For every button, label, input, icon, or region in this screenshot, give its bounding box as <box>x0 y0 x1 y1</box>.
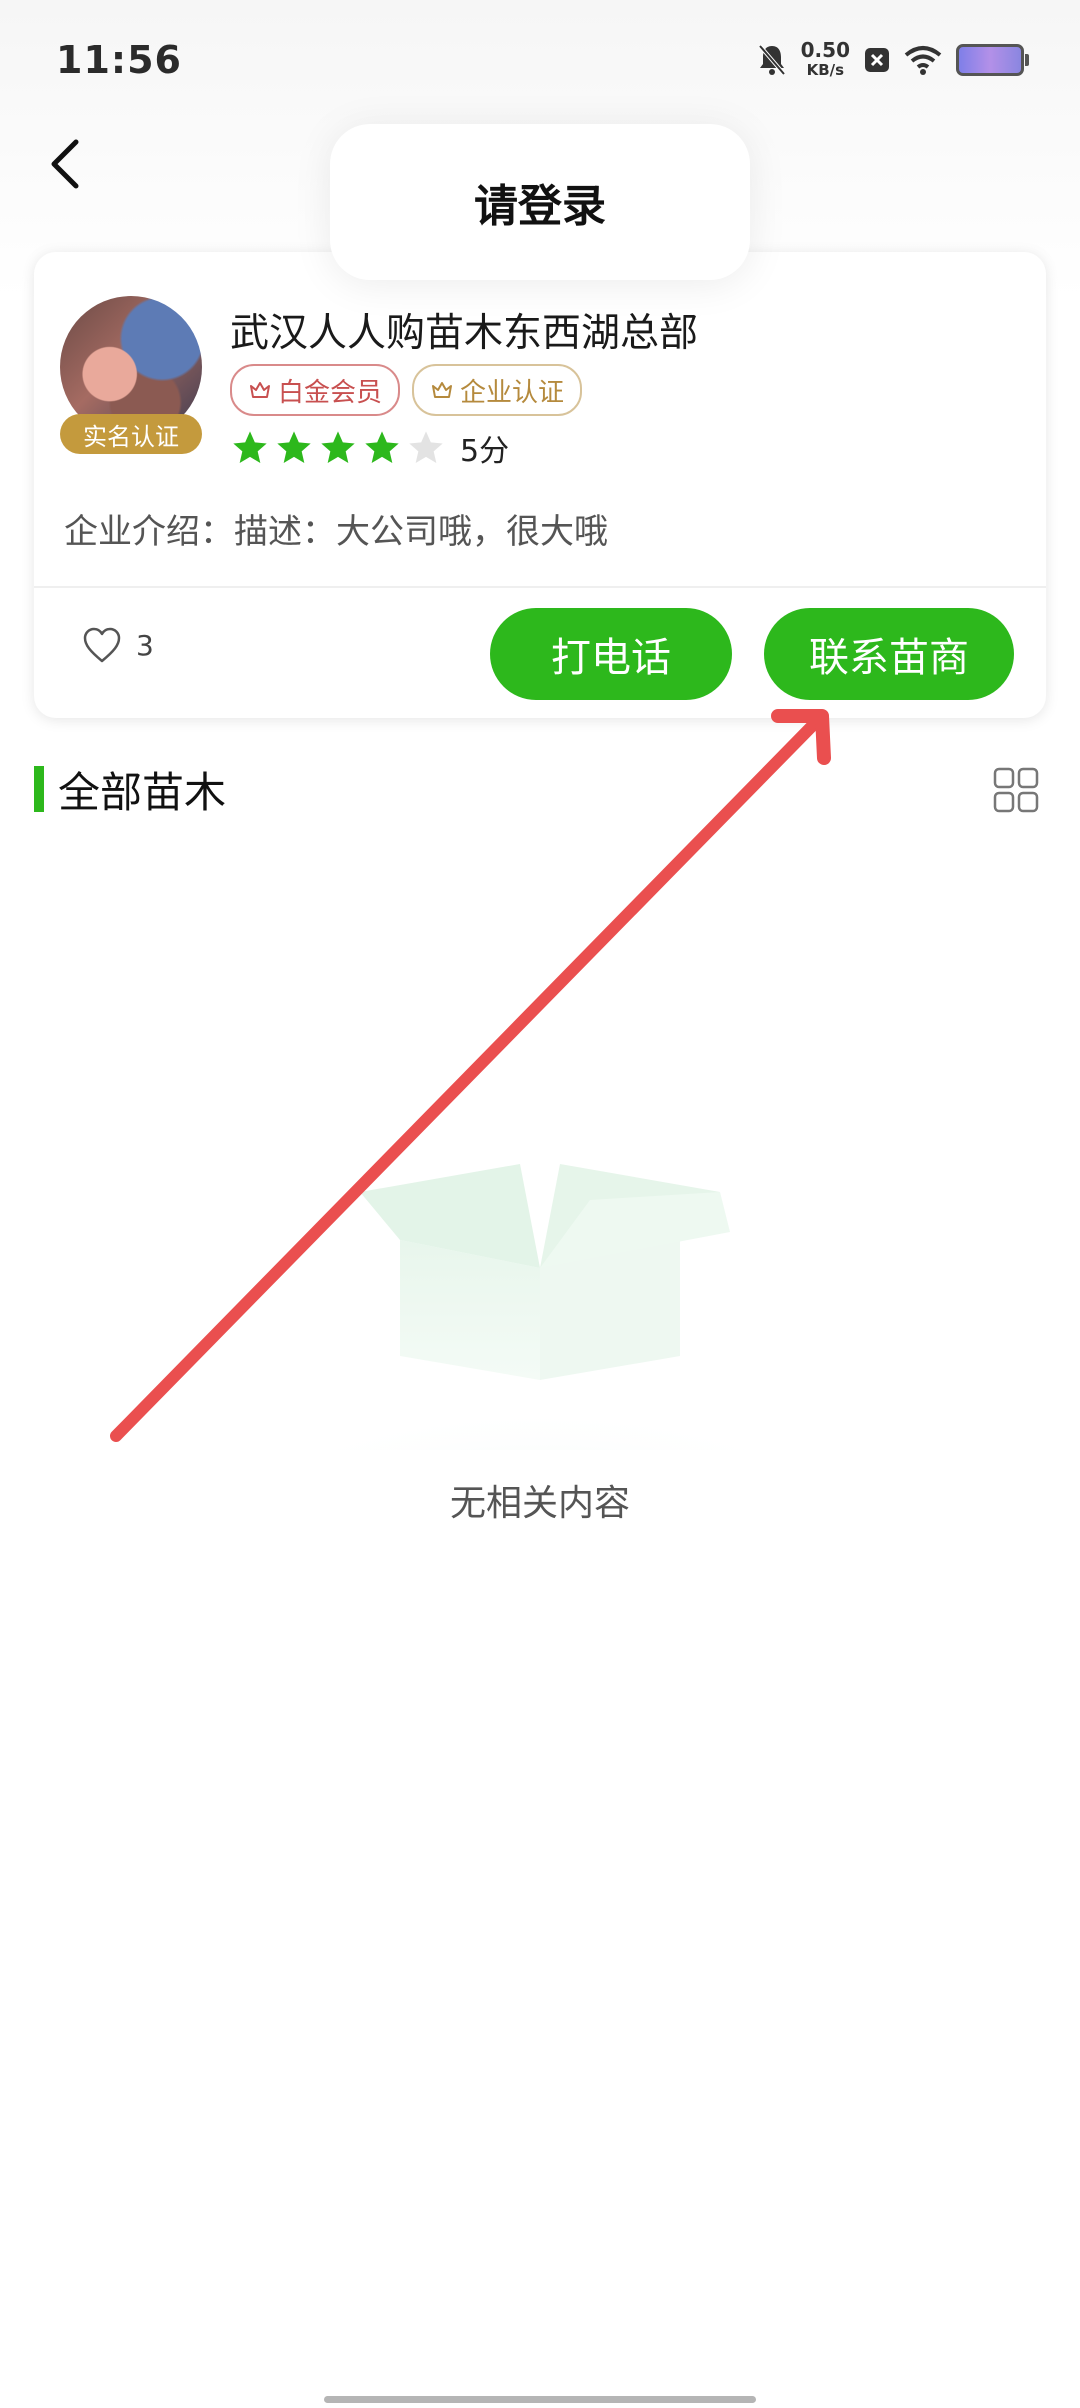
home-indicator <box>324 2396 756 2403</box>
status-bar: 11:56 0.50 KB/s <box>0 0 1080 120</box>
star-filled-icon <box>233 431 267 463</box>
grid-view-toggle-icon[interactable] <box>992 766 1040 814</box>
bell-off-icon <box>758 44 786 76</box>
network-speed: 0.50 KB/s <box>801 40 850 80</box>
screen: 11:56 0.50 KB/s 请登录 实名认证 武汉人人购苗木东西湖总部 白金… <box>0 0 1080 2408</box>
status-time: 11:56 <box>56 38 182 82</box>
close-box-icon <box>865 48 889 72</box>
star-filled-icon <box>277 431 311 463</box>
rating: 5分 <box>230 426 509 470</box>
call-button[interactable]: 打电话 <box>490 608 732 700</box>
battery-icon <box>956 44 1029 76</box>
company-card: 实名认证 武汉人人购苗木东西湖总部 白金会员 企业认证 5分 企业介绍：描述：大… <box>34 252 1046 718</box>
network-speed-unit: KB/s <box>806 61 845 79</box>
network-speed-value: 0.50 <box>800 38 850 62</box>
company-intro: 企业介绍：描述：大公司哦，很大哦 <box>64 512 608 552</box>
like-button[interactable]: 3 <box>82 626 154 664</box>
tag-label: 白金会员 <box>278 377 383 408</box>
like-count: 3 <box>136 628 154 662</box>
crown-icon <box>432 382 453 398</box>
empty-state-text: 无相关内容 <box>449 1483 630 1524</box>
star-empty-icon <box>409 431 443 463</box>
section-header: 全部苗木 <box>34 766 226 817</box>
rating-score: 5分 <box>460 434 510 469</box>
login-toast: 请登录 <box>330 124 750 280</box>
section-title: 全部苗木 <box>58 767 227 817</box>
tag-platinum-member: 白金会员 <box>230 364 401 416</box>
tag-enterprise-verified: 企业认证 <box>412 364 583 416</box>
card-divider <box>34 586 1046 588</box>
crown-icon <box>250 382 270 398</box>
company-name: 武汉人人购苗木东西湖总部 <box>230 311 699 356</box>
heart-icon <box>83 627 121 663</box>
tag-list: 白金会员 企业认证 <box>230 364 583 416</box>
avatar-wrap: 实名认证 <box>60 296 202 458</box>
chevron-left-icon <box>51 139 79 189</box>
verify-badge: 实名认证 <box>60 414 202 454</box>
section-accent-bar <box>34 766 44 812</box>
star-filled-icon <box>321 431 355 463</box>
star-filled-icon <box>365 431 399 463</box>
contact-seller-button[interactable]: 联系苗商 <box>764 608 1014 700</box>
empty-box-illustration <box>250 1164 830 1450</box>
wifi-icon <box>904 46 942 75</box>
status-icons: 0.50 KB/s <box>757 40 1029 80</box>
tag-label: 企业认证 <box>460 377 565 408</box>
back-button[interactable] <box>36 130 100 194</box>
